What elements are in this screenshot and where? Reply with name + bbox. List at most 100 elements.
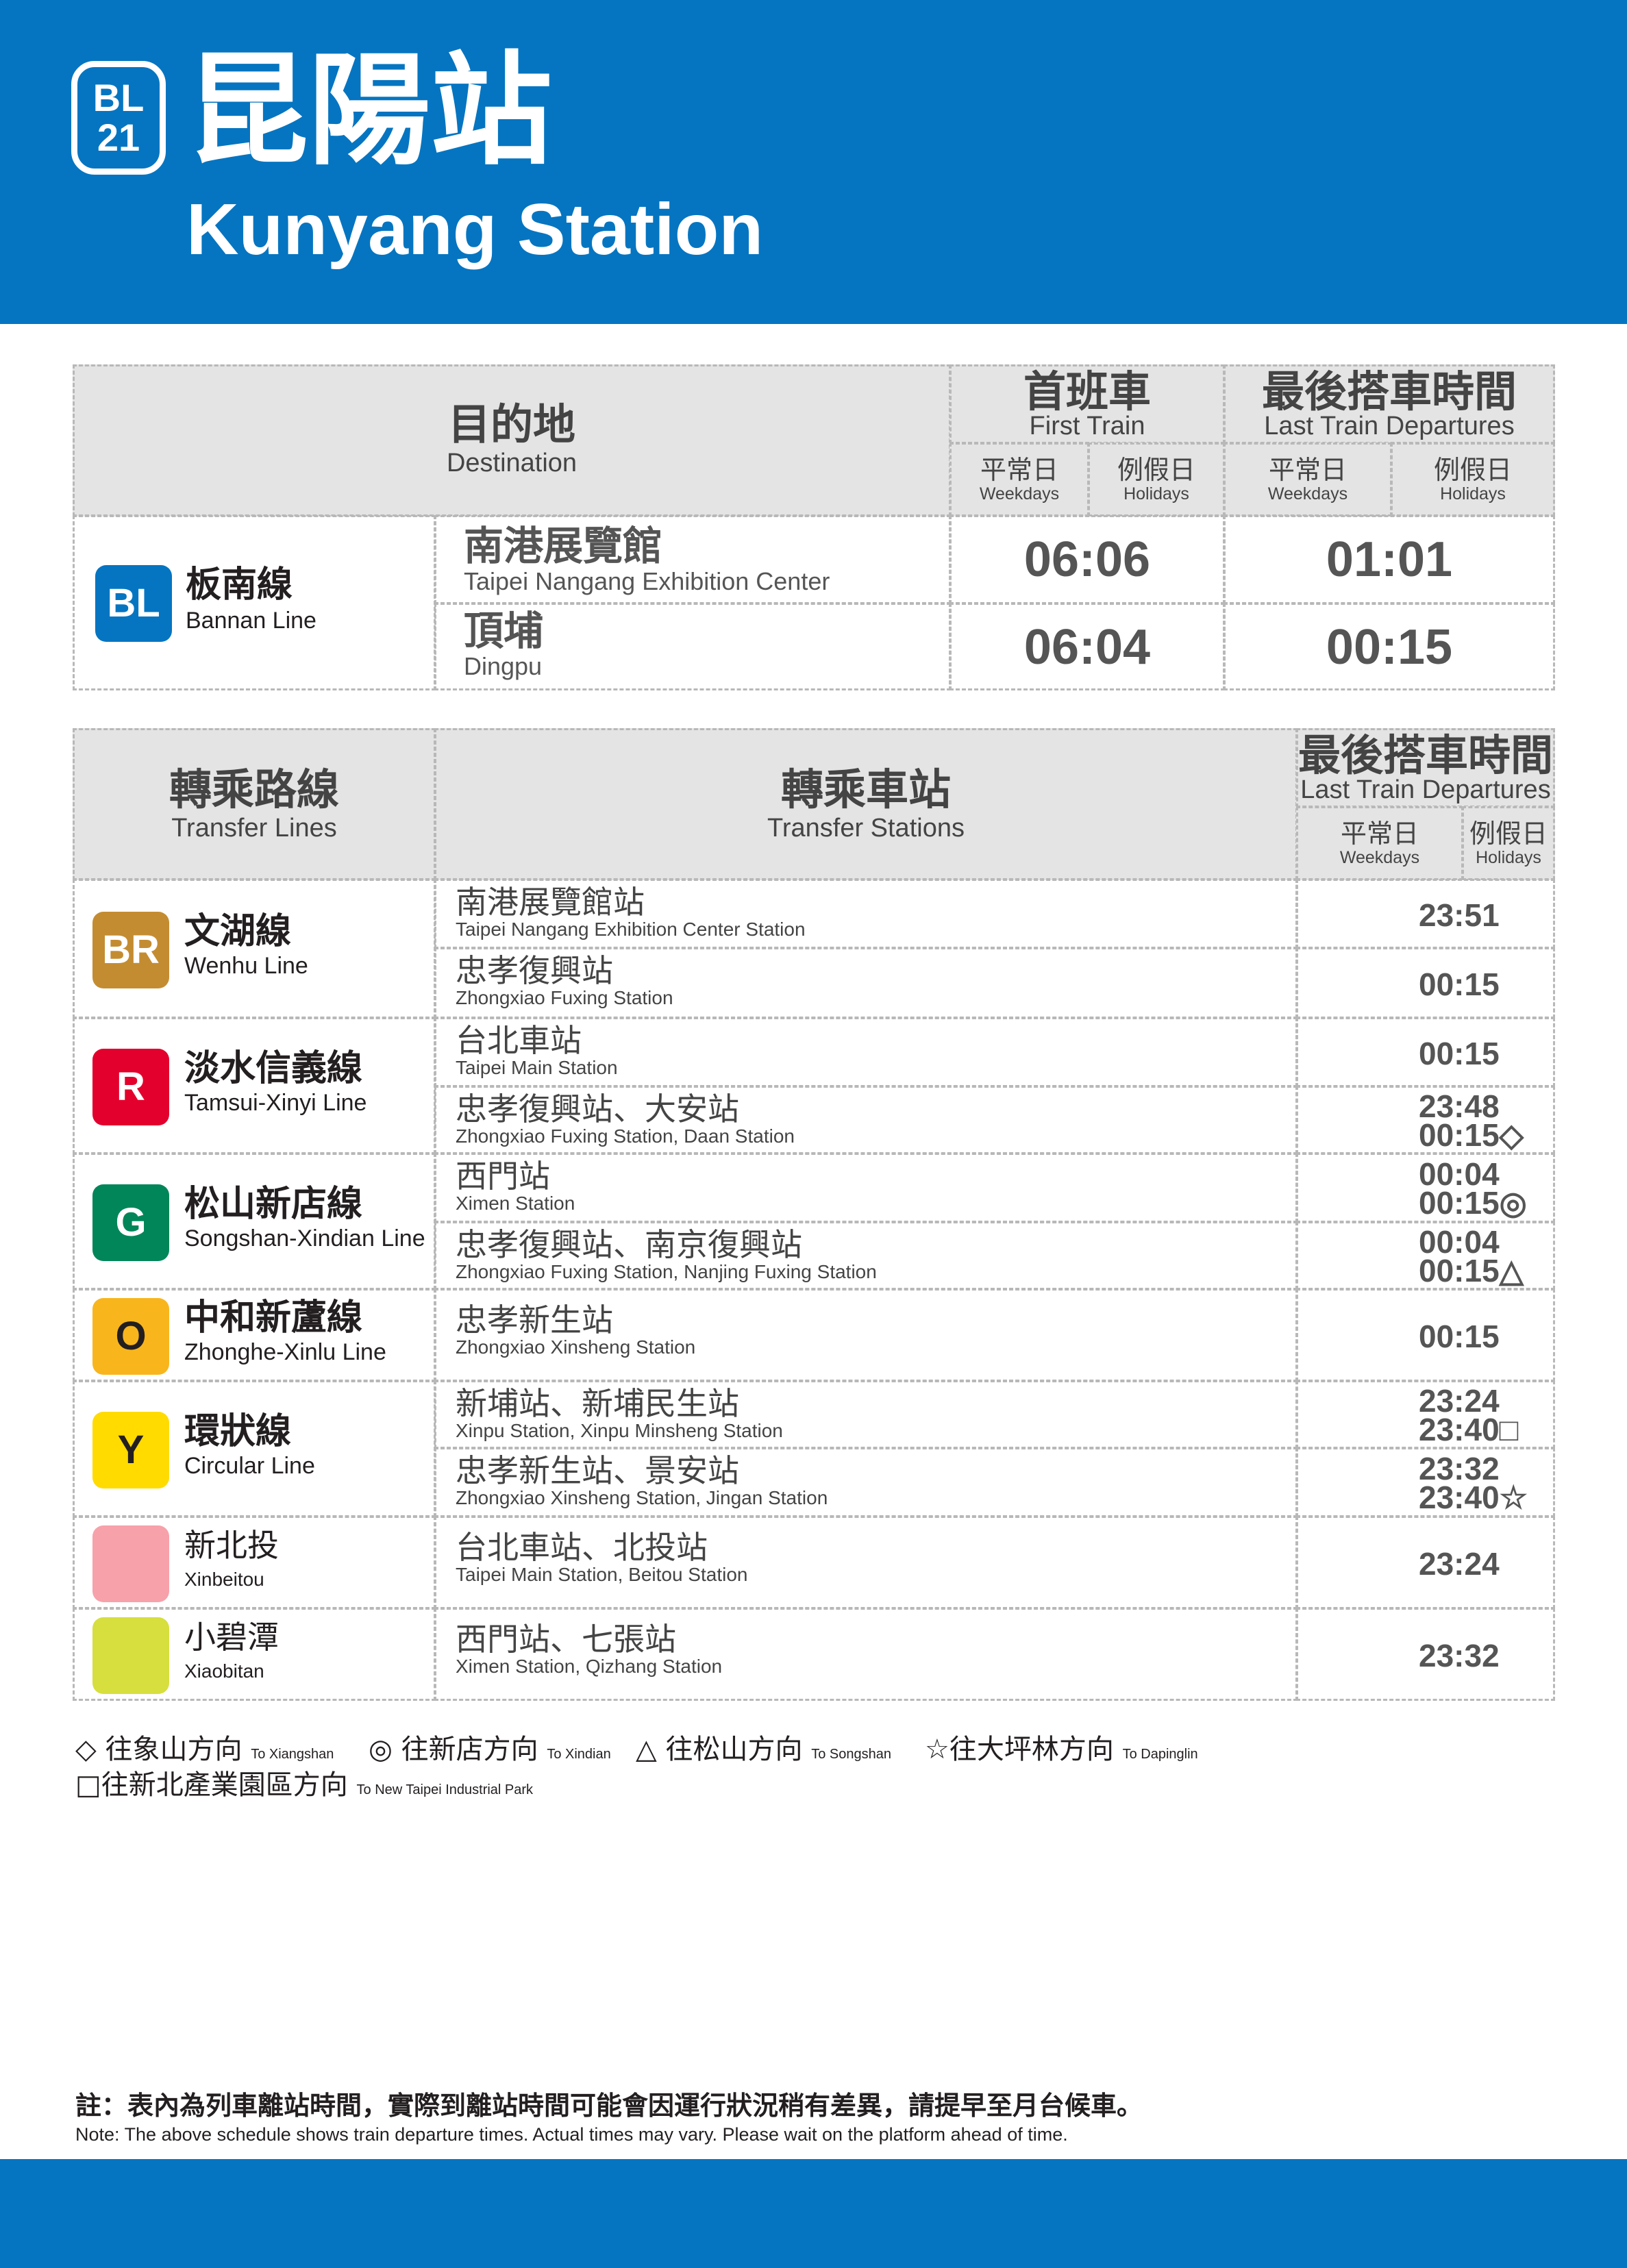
last-weekdays-en: Weekdays [1267,484,1348,503]
transfer-station-cell: 台北車站 Taipei Main Station [434,1017,1297,1087]
transfer-stations-header-zh: 轉乘車站 [780,764,951,814]
transfer-time-cell: 00:15 [1296,947,1555,1019]
line-name-zh: 環狀線 [184,1411,292,1452]
transfer-station-cell: 台北車站、北投站 Taipei Main Station, Beitou Stat… [434,1516,1297,1609]
destination-header: 目的地 Destination [73,364,951,516]
line-badge: G [92,1184,169,1261]
transfer-line-cell: G 松山新店線 Songshan-Xindian Line [73,1153,436,1290]
line-name-zh: 中和新蘆線 [184,1297,363,1338]
legend-item-zh: ◇ 往象山方向 [75,1734,243,1765]
transfer-last-train-header-en: Last Train Departures [1300,775,1551,804]
transfer-table: 轉乘路線 Transfer Lines 轉乘車站 Transfer Statio… [73,728,1555,1712]
destination-header-en: Destination [446,449,577,477]
last-train-time: 23:24 [1419,1546,1500,1582]
line-name-en: Xinbeitou [184,1569,264,1590]
transfer-station-en: Ximen Station [456,1193,575,1214]
station-name-en: Kunyang Station [186,189,764,270]
line-badge: O [92,1298,169,1375]
legend-item-zh: □往新北產業園區方向 [75,1769,348,1801]
transfer-station-zh: 忠孝復興站、大安站 [456,1091,739,1127]
transfer-station-zh: 台北車站、北投站 [456,1529,708,1566]
first-holidays-header: 例假日 Holidays [1088,443,1225,516]
transfer-time-cell: 23:24 23:40□ [1296,1380,1555,1449]
destination-en: Dingpu [464,652,543,680]
last-holidays-en: Holidays [1440,484,1506,503]
first-holidays-en: Holidays [1123,484,1189,503]
transfer-time-cell: 00:15 [1296,1288,1555,1382]
transfer-station-zh: 忠孝復興站 [456,952,613,989]
transfer-station-zh: 新埔站、新埔民生站 [456,1385,739,1422]
transfer-line-cell: O 中和新蘆線 Zhonghe-Xinlu Line [73,1288,436,1382]
last-train-header-zh: 最後搭車時間 [1261,366,1517,416]
transfer-station-zh: 忠孝復興站、南京復興站 [456,1226,802,1263]
last-train-time: 23:51 [1419,897,1500,933]
transfer-line-cell: Y 環狀線 Circular Line [73,1380,436,1517]
last-weekdays-header: 平常日 Weekdays [1224,443,1392,516]
last-train-header: 最後搭車時間 Last Train Departures [1224,364,1555,444]
last-train-time-alt: 23:40☆ [1419,1480,1528,1515]
transfer-station-en: Ximen Station, Qizhang Station [456,1656,723,1677]
transfer-last-train-header-zh: 最後搭車時間 [1298,730,1554,780]
station-code-badge: BL 21 [71,61,166,175]
transfer-station-cell: 忠孝復興站、南京復興站 Zhongxiao Fuxing Station, Nan… [434,1221,1297,1290]
transfer-station-cell: 忠孝復興站 Zhongxiao Fuxing Station [434,947,1297,1019]
transfer-time-cell: 23:51 [1296,879,1555,949]
bannan-line-name-zh: 板南線 [186,564,293,606]
transfer-station-zh: 西門站、七張站 [456,1621,676,1658]
legend-item: □往新北產業園區方向 To New Taipei Industrial Park [75,1769,533,1806]
legend-item: ☆往大坪林方向 To Dapinglin [925,1733,1198,1771]
bannan-line-cell: BL 板南線 Bannan Line [73,515,436,690]
transfer-line-cell: 小碧潭 Xiaobitan [73,1608,436,1701]
transfer-time-cell: 23:32 [1296,1608,1555,1701]
line-name-en: Songshan-Xindian Line [184,1225,425,1251]
last-train-time-alt: 00:15◎ [1419,1185,1527,1221]
transfer-station-en: Zhongxiao Xinsheng Station [456,1336,696,1358]
transfer-table-body: BR 文湖線 Wenhu Line 南港展覽館站 Taipei Nangang Exhi… [73,879,1555,1712]
destination-cell: 頂埔 Dingpu [434,603,951,690]
legend-item-en: To Xiangshan [251,1747,334,1762]
transfer-station-zh: 忠孝新生站 [456,1301,613,1338]
transfer-station-en: Xinpu Station, Xinpu Minsheng Station [456,1420,783,1441]
transfer-time-cell: 00:04 00:15◎ [1296,1153,1555,1223]
first-train-header: 首班車 First Train [949,364,1225,444]
legend-item-en: To New Taipei Industrial Park [356,1782,534,1797]
transfer-station-cell: 忠孝新生站 Zhongxiao Xinsheng Station [434,1288,1297,1382]
destination-zh: 頂埔 [464,608,544,654]
last-train-time-alt: 23:40□ [1419,1412,1519,1447]
transfer-holidays-header: 例假日 Holidays [1462,806,1555,880]
transfer-station-en: Zhongxiao Fuxing Station [456,987,673,1008]
transfer-station-en: Zhongxiao Xinsheng Station, Jingan Stati… [456,1487,828,1508]
transfer-holidays-en: Holidays [1476,848,1541,867]
transfer-time-cell: 00:15 [1296,1017,1555,1087]
legend-item-en: To Xindian [547,1747,611,1762]
line-name-zh: 淡水信義線 [184,1048,363,1089]
transfer-lines-header: 轉乘路線 Transfer Lines [73,728,436,880]
transfer-station-cell: 西門站、七張站 Ximen Station, Qizhang Station [434,1608,1297,1701]
destination-header-zh: 目的地 [447,399,575,449]
first-train-header-en: First Train [1029,412,1145,440]
last-train-header-en: Last Train Departures [1264,412,1515,440]
note-zh: 註：表內為列車離站時間，實際到離站時間可能會因運行狀況稍有差異，請提早至月台候車… [75,2091,1143,2121]
transfer-line-cell: BR 文湖線 Wenhu Line [73,879,436,1019]
first-train-time: 06:04 [949,603,1225,690]
legend-item: △ 往松山方向 To Songshan [636,1733,891,1771]
legend-item-zh: ◎ 往新店方向 [369,1734,538,1765]
bannan-line-badge: BL [95,565,172,642]
first-train-time: 06:06 [949,515,1225,604]
first-holidays-zh: 例假日 [1117,455,1195,485]
transfer-lines-header-zh: 轉乘路線 [169,764,339,814]
line-name-en: Zhonghe-Xinlu Line [184,1339,386,1365]
transfer-station-en: Taipei Main Station [456,1057,618,1078]
transfer-time-cell: 23:48 00:15◇ [1296,1086,1555,1154]
first-last-train-table: 目的地 Destination 首班車 First Train 最後搭車時間 L… [73,364,1555,690]
last-train-time-alt: 00:15△ [1419,1253,1524,1288]
line-name-en: Xiaobitan [184,1660,264,1682]
last-train-time: 00:15 [1224,603,1555,690]
transfer-last-train-header: 最後搭車時間 Last Train Departures [1296,728,1555,808]
transfer-station-cell: 新埔站、新埔民生站 Xinpu Station, Xinpu Minsheng S… [434,1380,1297,1449]
line-name-en: Tamsui-Xinyi Line [184,1090,367,1116]
transfer-holidays-zh: 例假日 [1469,819,1548,849]
transfer-time-cell: 00:04 00:15△ [1296,1221,1555,1290]
transfer-station-zh: 西門站 [456,1158,550,1195]
destination-zh: 南港展覽館 [464,523,663,569]
